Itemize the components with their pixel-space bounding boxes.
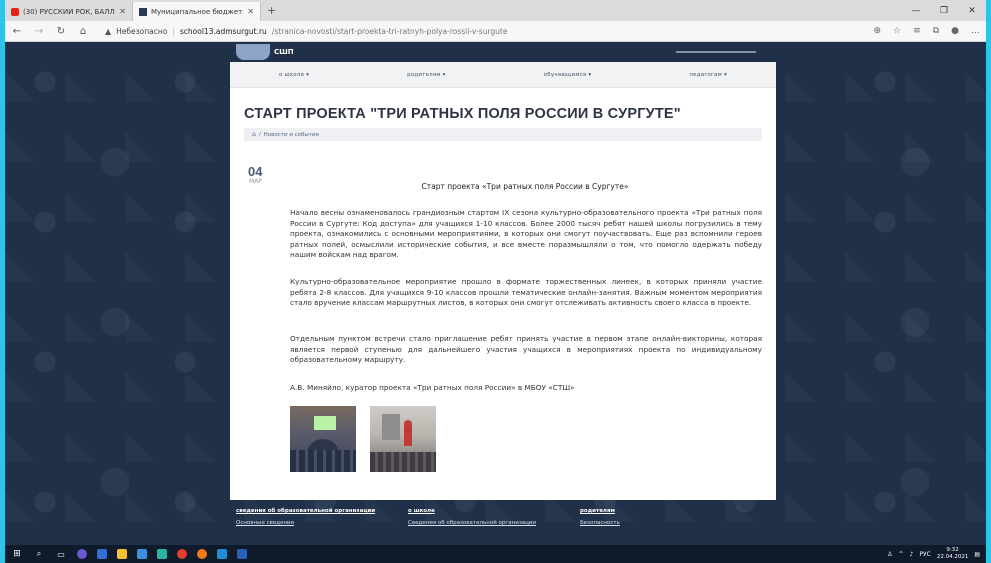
folder-icon[interactable] — [117, 549, 127, 559]
system-tray: ♙ ^ ♪ РУС 9:32 22.04.2021 ▤ — [887, 547, 986, 561]
audience — [290, 450, 356, 472]
site-footer: сведения об образовательной организации … — [230, 508, 776, 545]
clock-date: 22.04.2021 — [936, 554, 969, 560]
date-day: 04 — [248, 164, 263, 179]
yandex-icon[interactable] — [177, 549, 187, 559]
content-panel: СТАРТ ПРОЕКТА "ТРИ РАТНЫХ ПОЛЯ РОССИИ В … — [230, 88, 776, 500]
people-icon[interactable]: ♙ — [887, 551, 892, 558]
breadcrumb: ⌂ / Новости и события — [244, 128, 762, 141]
site-header: СШП — [230, 42, 776, 62]
reload-icon[interactable]: ↻ — [55, 26, 67, 37]
breadcrumb-separator: / — [258, 131, 261, 138]
school-logo[interactable] — [236, 44, 270, 60]
firefox-icon[interactable] — [197, 549, 207, 559]
task-view-icon[interactable]: ▭ — [55, 548, 67, 560]
tab-youtube[interactable]: (30) РУССКИЙ РОК, БАЛЛАДЫ ✕ — [5, 2, 133, 21]
clock[interactable]: 9:32 22.04.2021 — [937, 547, 969, 561]
website: СШП о школе ▾ родителям ▾ обучающимся ▾ … — [5, 42, 986, 545]
site-icon — [139, 7, 147, 16]
browser-tools: ⊕ ☆ ≡ ⧉ ● … — [874, 26, 980, 36]
logo-text: СШП — [274, 48, 294, 56]
volume-icon[interactable]: ♪ — [910, 551, 914, 558]
main-nav: о школе ▾ родителям ▾ обучающимся ▾ педа… — [230, 62, 776, 88]
footer-heading[interactable]: сведения об образовательной организации — [236, 508, 408, 514]
windows-start-icon[interactable]: ⊞ — [11, 548, 23, 560]
address-bar: ← → ↻ ⌂ ▲ Небезопасно | school13.admsurg… — [5, 21, 986, 42]
favorites-list-icon[interactable]: ≡ — [913, 26, 921, 36]
url-host: school13.admsurgut.ru — [179, 26, 267, 36]
page-title: СТАРТ ПРОЕКТА "ТРИ РАТНЫХ ПОЛЯ РОССИИ В … — [244, 106, 681, 122]
projector-screen — [314, 416, 336, 430]
nav-parents[interactable]: родителям ▾ — [407, 72, 446, 78]
zoom-icon[interactable]: ⊕ — [874, 26, 882, 36]
footer-column: родителям Безопасность — [580, 508, 752, 545]
mail-icon[interactable] — [137, 549, 147, 559]
edge-icon[interactable] — [157, 549, 167, 559]
notifications-icon[interactable]: ▤ — [974, 551, 980, 558]
speaker — [404, 420, 412, 446]
tray-arrow-icon[interactable]: ^ — [898, 551, 903, 558]
back-icon[interactable]: ← — [11, 26, 23, 37]
window-controls: — ❐ ✕ — [902, 0, 986, 21]
article-author: А.В. Миняйло, куратор проекта «Три ратны… — [290, 383, 575, 392]
article-photo[interactable] — [370, 406, 436, 472]
footer-heading[interactable]: о школе — [408, 508, 580, 514]
article-photo[interactable] — [290, 406, 356, 472]
home-icon[interactable]: ⌂ — [77, 26, 89, 37]
app-icon[interactable] — [77, 549, 87, 559]
windows-taskbar: ⊞ ⌕ ▭ ♙ ^ ♪ РУС 9:32 22.04.2021 ▤ — [5, 545, 986, 563]
nav-teachers[interactable]: педагогам ▾ — [689, 72, 727, 78]
url-path: /stranica-novosti/start-proekta-tri-ratn… — [271, 26, 508, 36]
collections-icon[interactable]: ⧉ — [933, 26, 939, 36]
date-month: МАР — [249, 178, 262, 185]
tab-title: (30) РУССКИЙ РОК, БАЛЛАДЫ — [23, 7, 115, 16]
favorite-icon[interactable]: ☆ — [893, 26, 901, 36]
footer-link[interactable]: Основные сведения — [236, 520, 408, 526]
youtube-icon — [11, 7, 19, 16]
tab-school[interactable]: Муниципальное бюджетное о ✕ — [133, 2, 261, 21]
store-icon[interactable] — [217, 549, 227, 559]
article-paragraph: Культурно-образовательное мероприятие пр… — [290, 277, 762, 307]
footer-column: о школе Сведения об образовательной орга… — [408, 508, 580, 545]
profile-icon[interactable]: ● — [951, 26, 959, 36]
warning-icon: ▲ — [105, 26, 112, 36]
forward-icon[interactable]: → — [33, 26, 45, 37]
audience — [370, 452, 436, 472]
footer-column: сведения об образовательной организации … — [236, 508, 408, 545]
nav-students[interactable]: обучающимся ▾ — [544, 72, 592, 78]
explorer-icon[interactable] — [97, 549, 107, 559]
url-divider: | — [172, 26, 175, 36]
footer-link[interactable]: Сведения об образовательной организации — [408, 520, 580, 526]
home-icon[interactable]: ⌂ — [252, 131, 256, 138]
maximize-icon[interactable]: ❐ — [930, 6, 958, 16]
nav-about[interactable]: о школе ▾ — [279, 72, 309, 78]
more-icon[interactable]: … — [971, 26, 980, 36]
security-label: Небезопасно — [116, 26, 168, 36]
word-icon[interactable] — [237, 549, 247, 559]
breadcrumb-news[interactable]: Новости и события — [264, 132, 319, 138]
header-decoration — [676, 51, 756, 53]
tab-title: Муниципальное бюджетное о — [151, 7, 243, 16]
clock-time: 9:32 — [946, 547, 959, 553]
footer-link[interactable]: Безопасность — [580, 520, 752, 526]
article-paragraph: Отдельным пунктом встречи стало приглаше… — [290, 334, 762, 364]
close-tab-icon[interactable]: ✕ — [247, 7, 254, 16]
close-window-icon[interactable]: ✕ — [958, 6, 986, 16]
article-paragraph: Начало весны ознаменовалось грандиозным … — [290, 208, 762, 259]
url-field[interactable]: ▲ Небезопасно | school13.admsurgut.ru/st… — [105, 27, 864, 36]
language-indicator[interactable]: РУС — [919, 551, 930, 558]
minimize-icon[interactable]: — — [902, 6, 930, 16]
footer-heading[interactable]: родителям — [580, 508, 752, 514]
new-tab-button[interactable]: + — [261, 2, 282, 21]
article-heading: Старт проекта «Три ратных поля России в … — [421, 182, 629, 191]
search-icon[interactable]: ⌕ — [33, 548, 45, 560]
stage-panel — [382, 414, 400, 440]
close-tab-icon[interactable]: ✕ — [119, 7, 126, 16]
browser-tab-bar: (30) РУССКИЙ РОК, БАЛЛАДЫ ✕ Муниципально… — [5, 0, 986, 21]
screen: (30) РУССКИЙ РОК, БАЛЛАДЫ ✕ Муниципально… — [5, 0, 986, 563]
